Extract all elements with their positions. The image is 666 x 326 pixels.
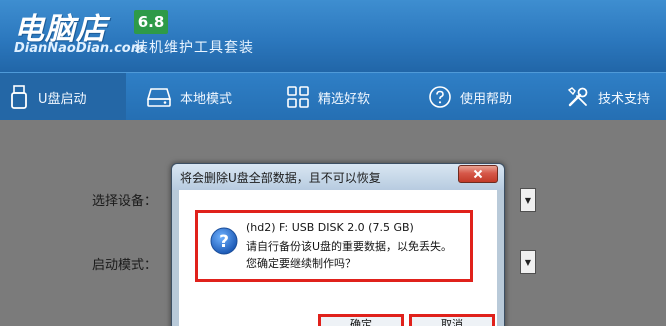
version-badge: 6.8	[134, 10, 168, 34]
message-line-confirm: 您确定要继续制作吗？	[246, 257, 356, 270]
nav-label: U盘启动	[38, 91, 87, 107]
dialog-title: 将会删除U盘全部数据，且不可以恢复	[180, 171, 381, 185]
device-label: 选择设备：	[92, 194, 158, 209]
warning-message-box: ? (hd2) F: USB DISK 2.0 (7.5 GB) 请自行备份该U…	[195, 210, 473, 282]
nav-tech-support[interactable]: 技术支持	[566, 73, 666, 121]
usb-drive-icon	[11, 85, 27, 109]
hard-disk-icon	[146, 88, 172, 107]
chevron-down-icon: ▼	[524, 257, 532, 267]
nav-label: 技术支持	[598, 91, 651, 107]
dialog-body: ? (hd2) F: USB DISK 2.0 (7.5 GB) 请自行备份该U…	[179, 190, 497, 326]
app-header: 电脑店 DianNaoDian.com 6.8 装机维护工具套装	[0, 0, 666, 72]
help-circle-icon	[429, 86, 451, 108]
nav-help[interactable]: 使用帮助	[428, 73, 548, 121]
device-select-dropdown[interactable]: ▼	[520, 188, 536, 212]
message-line-device: (hd2) F: USB DISK 2.0 (7.5 GB)	[246, 221, 414, 234]
logo-domain: DianNaoDian.com	[14, 41, 145, 56]
cancel-button[interactable]: 取消	[409, 314, 495, 326]
dialog-close-button[interactable]	[458, 165, 498, 183]
nav-label: 精选好软	[318, 91, 371, 107]
tools-icon	[567, 87, 588, 107]
nav-usb-boot[interactable]: U盘启动	[0, 73, 126, 121]
question-icon: ?	[210, 227, 238, 255]
confirm-dialog: 将会删除U盘全部数据，且不可以恢复 ? (hd2) F: USB DISK 2.…	[171, 163, 505, 326]
message-line-backup: 请自行备份该U盘的重要数据，以免丢失。	[246, 240, 453, 253]
app-subtitle: 装机维护工具套装	[134, 40, 254, 56]
nav-label: 使用帮助	[460, 91, 513, 107]
close-icon	[473, 169, 483, 179]
nav-featured-software[interactable]: 精选好软	[286, 73, 406, 121]
confirm-button[interactable]: 确定	[318, 314, 404, 326]
boot-mode-label: 启动模式：	[92, 258, 158, 273]
grid-apps-icon	[287, 86, 309, 108]
dialog-titlebar: 将会删除U盘全部数据，且不可以恢复	[172, 164, 504, 190]
nav-local-mode[interactable]: 本地模式	[146, 73, 266, 121]
nav-label: 本地模式	[180, 91, 233, 107]
main-nav: U盘启动 本地模式 精选好软 使用帮助 技术支持	[0, 72, 666, 121]
svg-text:?: ?	[219, 232, 229, 252]
boot-mode-select-dropdown[interactable]: ▼	[520, 250, 536, 274]
chevron-down-icon: ▼	[524, 195, 532, 205]
